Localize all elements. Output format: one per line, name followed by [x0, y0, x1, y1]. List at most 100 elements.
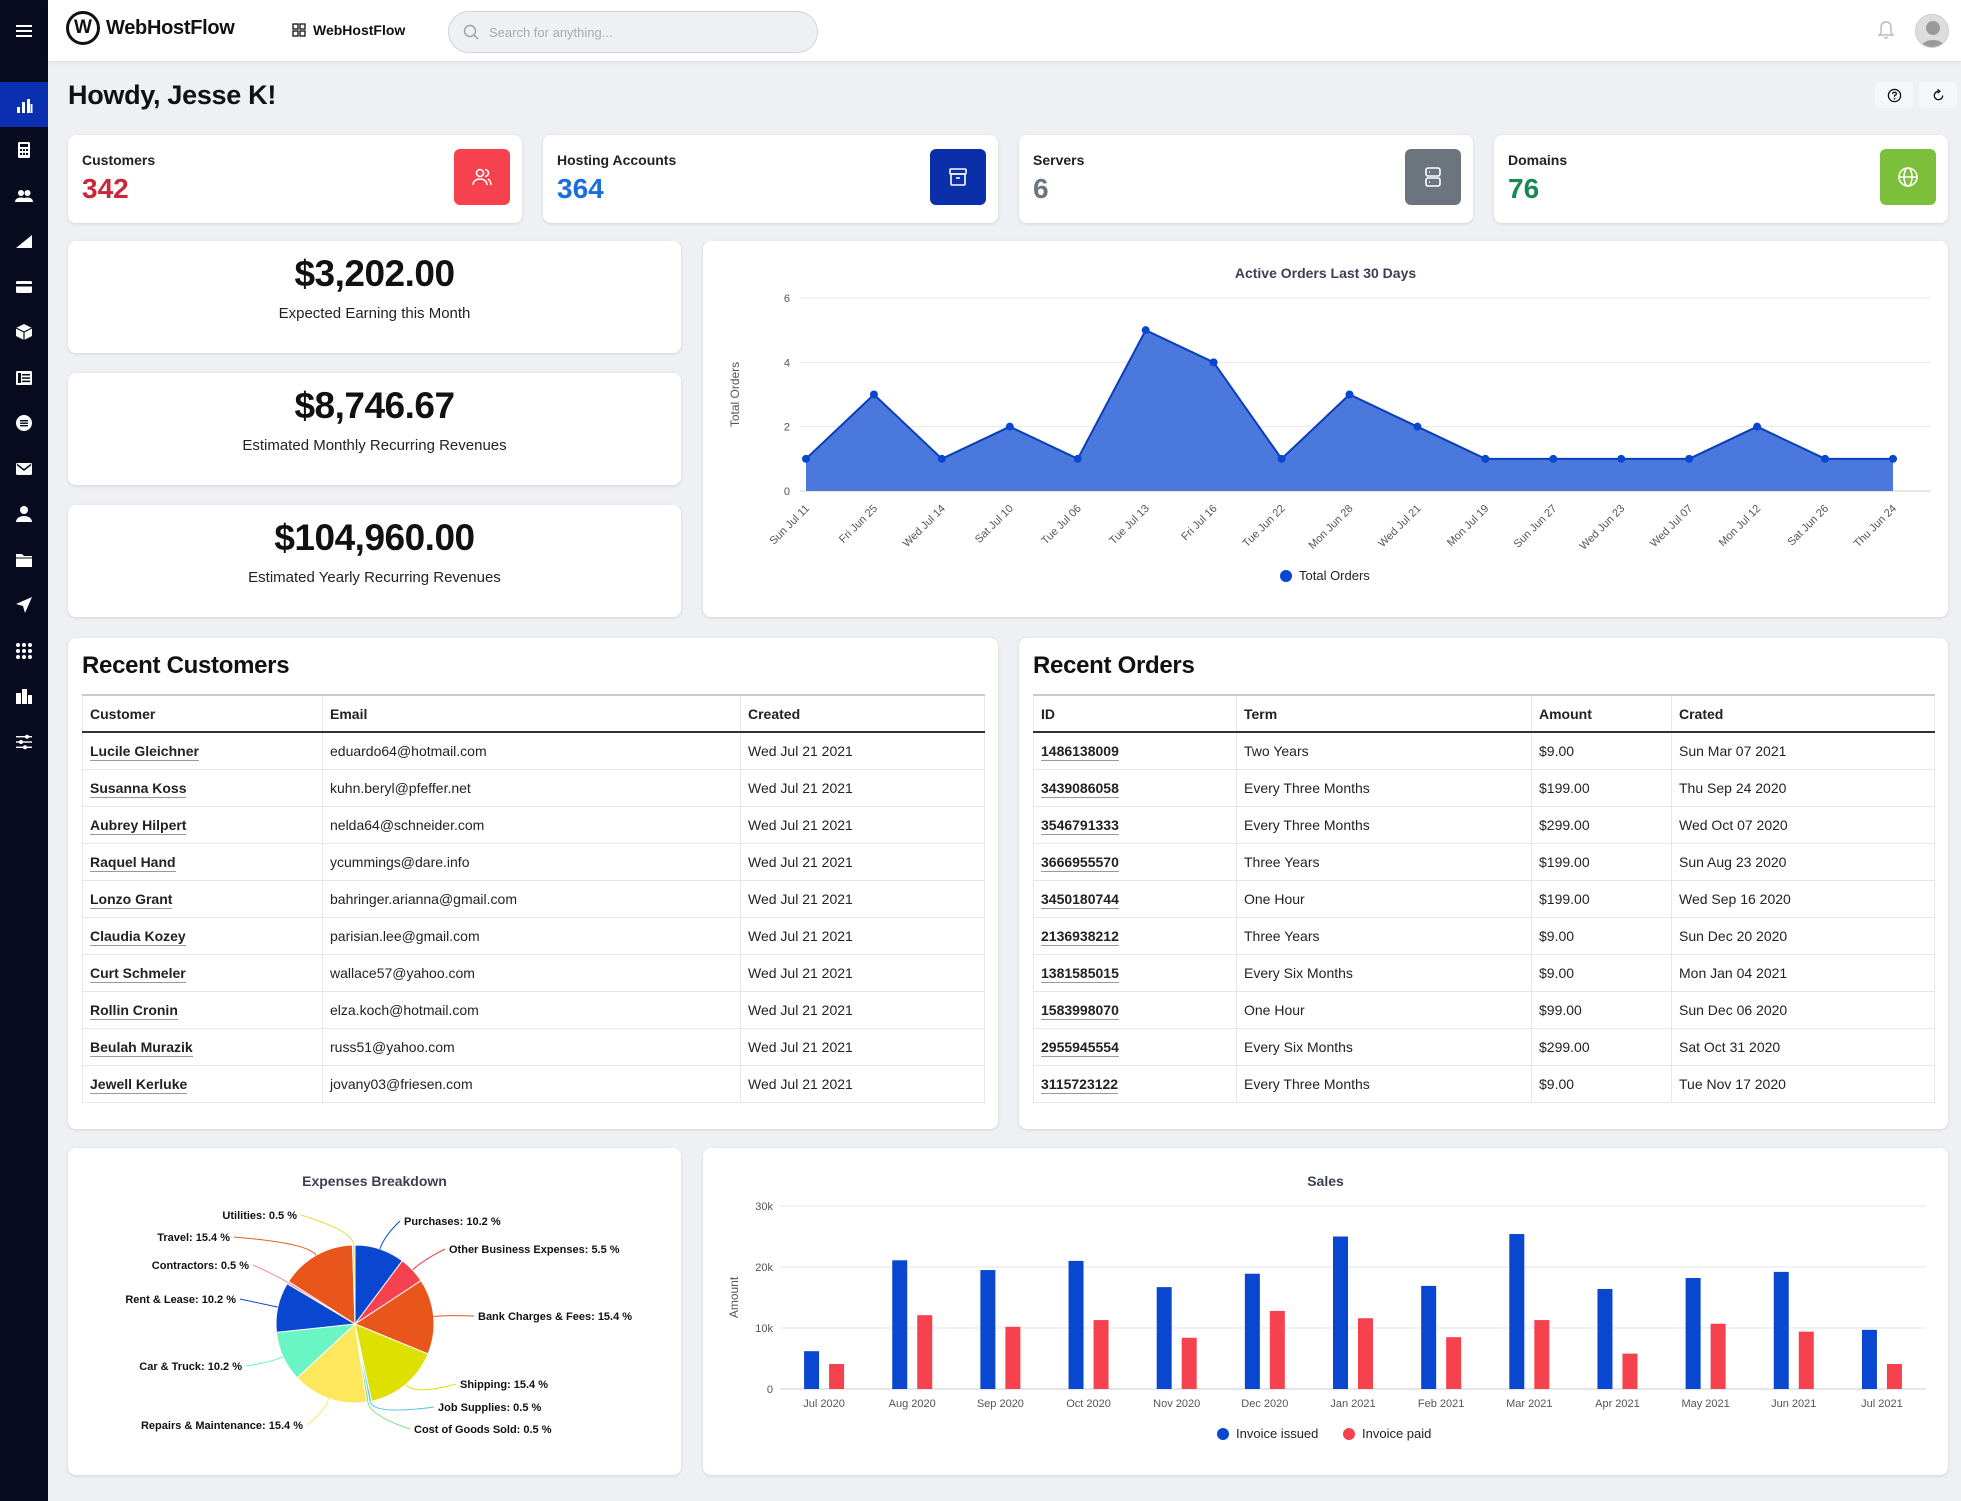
customer-row: Jewell Kerluke jovany03@friesen.com Wed Ju…: [82, 1064, 985, 1103]
sidebar-item-settings[interactable]: [0, 719, 48, 764]
bar-invoice-issued: [1685, 1277, 1701, 1389]
data-point: [1277, 454, 1286, 463]
sidebar-item-customers[interactable]: [0, 173, 48, 218]
sidebar-item-billing[interactable]: [0, 128, 48, 173]
order-id-cell: 3439086058: [1033, 768, 1237, 807]
bar-invoice-paid: [1005, 1326, 1021, 1389]
column-header-created[interactable]: Created: [740, 694, 985, 733]
workspace-switcher[interactable]: WebHostFlow: [292, 22, 405, 38]
menu-toggle-button[interactable]: [0, 0, 48, 62]
bar-invoice-issued: [1861, 1329, 1877, 1389]
x-tick-label: Dec 2020: [1241, 1398, 1288, 1410]
stat-icon-box: [1880, 149, 1936, 205]
order-row: 2955945554 Every Six Months $299.00 Sat Oct…: [1033, 1027, 1935, 1066]
customer-link[interactable]: Beulah Murazik: [90, 1038, 193, 1057]
sidebar-item-account[interactable]: [0, 492, 48, 537]
column-header-id[interactable]: ID: [1033, 694, 1237, 733]
column-header-created[interactable]: Crated: [1671, 694, 1935, 733]
earning-card-mrr: $8,746.67 Estimated Monthly Recurring Re…: [68, 373, 681, 485]
order-term-cell: Every Three Months: [1236, 805, 1532, 844]
user-icon: [16, 506, 32, 522]
sidebar-item-products[interactable]: [0, 310, 48, 355]
customer-link[interactable]: Rollin Cronin: [90, 1001, 178, 1020]
customer-link[interactable]: Raquel Hand: [90, 853, 176, 872]
order-amount-cell: $199.00: [1531, 842, 1672, 881]
customer-name-cell: Jewell Kerluke: [82, 1064, 323, 1103]
order-link[interactable]: 3450180744: [1041, 890, 1119, 909]
bar-invoice-issued: [1244, 1273, 1260, 1389]
order-link[interactable]: 1486138009: [1041, 742, 1119, 761]
x-tick-label: Sat Jul 10: [973, 503, 1016, 546]
customer-link[interactable]: Jewell Kerluke: [90, 1075, 188, 1094]
sidebar-item-tickets[interactable]: [0, 401, 48, 446]
x-tick-label: Oct 2020: [1066, 1398, 1111, 1410]
order-link[interactable]: 3115723122: [1041, 1075, 1119, 1094]
stat-card-domains[interactable]: Domains 76: [1494, 135, 1948, 223]
column-header-amount[interactable]: Amount: [1531, 694, 1672, 733]
order-link[interactable]: 3546791333: [1041, 816, 1119, 835]
customer-link[interactable]: Claudia Kozey: [90, 927, 186, 946]
slice-label: Car & Truck: 10.2 %: [139, 1361, 242, 1373]
legend-label: Invoice paid: [1362, 1426, 1431, 1441]
notifications-button[interactable]: [1877, 20, 1895, 45]
sidebar-item-reports[interactable]: [0, 219, 48, 264]
order-id-cell: 3115723122: [1033, 1064, 1237, 1103]
slice-label: Other Business Expenses: 5.5 %: [449, 1244, 620, 1256]
search-box[interactable]: [448, 11, 818, 53]
search-input[interactable]: [489, 24, 789, 40]
column-header-customer[interactable]: Customer: [82, 694, 323, 733]
bar-invoice-issued: [1597, 1288, 1613, 1389]
order-link[interactable]: 3666955570: [1041, 853, 1119, 872]
x-tick-label: Feb 2021: [1418, 1398, 1464, 1410]
sidebar-item-apps[interactable]: [0, 628, 48, 673]
column-header-term[interactable]: Term: [1236, 694, 1532, 733]
x-tick-label: Sat Jun 26: [1786, 503, 1832, 549]
folder-icon: [16, 553, 32, 567]
order-link[interactable]: 1381585015: [1041, 964, 1119, 983]
sidebar-item-company[interactable]: [0, 674, 48, 719]
help-button[interactable]: [1875, 82, 1913, 108]
x-tick-label: Tue Jul 06: [1039, 503, 1084, 548]
stat-card-hosting-accounts[interactable]: Hosting Accounts 364: [543, 135, 998, 223]
y-tick-label: 0: [784, 486, 790, 498]
sidebar-item-dashboard[interactable]: [0, 82, 48, 127]
sidebar: [0, 0, 48, 1501]
sidebar-item-mail[interactable]: [0, 446, 48, 491]
data-point: [937, 454, 946, 463]
column-header-email[interactable]: Email: [322, 694, 741, 733]
order-link[interactable]: 2136938212: [1041, 927, 1119, 946]
brand-logo[interactable]: W WebHostFlow: [66, 11, 235, 45]
earning-value: $8,746.67: [294, 385, 455, 426]
bar-invoice-issued: [1421, 1285, 1437, 1389]
bar-invoice-paid: [829, 1363, 845, 1389]
data-point: [1685, 454, 1694, 463]
order-link[interactable]: 2955945554: [1041, 1038, 1119, 1057]
legend-label: Invoice issued: [1236, 1426, 1318, 1441]
page-title: Howdy, Jesse K!: [68, 80, 277, 110]
recent-orders-title: Recent Orders: [1033, 652, 1195, 679]
bar-invoice-paid: [1798, 1331, 1814, 1389]
customer-link[interactable]: Lonzo Grant: [90, 890, 173, 909]
sidebar-item-send[interactable]: [0, 583, 48, 628]
customer-link[interactable]: Aubrey Hilpert: [90, 816, 187, 835]
x-tick-label: Wed Jun 23: [1578, 503, 1628, 553]
recent-customers-card: Recent Customers Customer Email Created …: [68, 638, 998, 1129]
customer-link[interactable]: Lucile Gleichner: [90, 742, 199, 761]
sidebar-item-orders[interactable]: [0, 355, 48, 400]
slice-label: Shipping: 15.4 %: [460, 1379, 548, 1391]
order-link[interactable]: 3439086058: [1041, 779, 1119, 798]
sidebar-item-files[interactable]: [0, 537, 48, 582]
refresh-button[interactable]: [1919, 82, 1957, 108]
customer-link[interactable]: Curt Schmeler: [90, 964, 186, 983]
stat-card-customers[interactable]: Customers 342: [68, 135, 522, 223]
stat-card-servers[interactable]: Servers 6: [1019, 135, 1473, 223]
order-term-cell: Three Years: [1236, 842, 1532, 881]
customer-name-cell: Rollin Cronin: [82, 990, 323, 1029]
data-point: [1141, 326, 1150, 335]
order-link[interactable]: 1583998070: [1041, 1001, 1119, 1020]
customer-name-cell: Beulah Murazik: [82, 1027, 323, 1066]
user-avatar[interactable]: [1915, 14, 1949, 48]
customer-link[interactable]: Susanna Koss: [90, 779, 187, 798]
sidebar-item-payments[interactable]: [0, 264, 48, 309]
x-tick-label: Mon Jul 12: [1717, 503, 1764, 550]
